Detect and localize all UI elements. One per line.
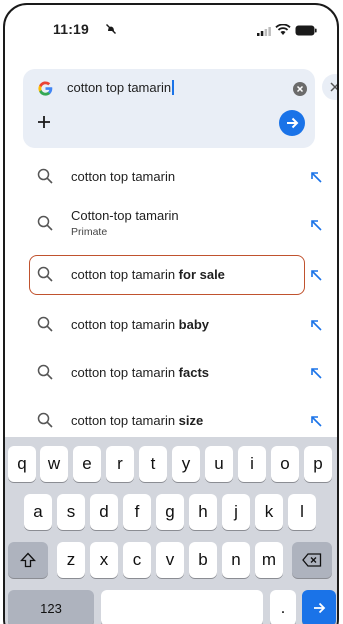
search-icon — [37, 364, 53, 380]
suggestion-item[interactable]: cotton top tamarin baby — [5, 301, 337, 349]
key-r[interactable]: r — [106, 446, 134, 482]
key-t[interactable]: t — [139, 446, 167, 482]
search-go-button[interactable] — [279, 110, 305, 136]
key-p[interactable]: p — [304, 446, 332, 482]
wifi-icon — [275, 24, 291, 35]
key-j[interactable]: j — [222, 494, 250, 530]
suggestion-text: cotton top tamarin — [71, 169, 176, 184]
plus-icon[interactable] — [37, 115, 51, 129]
phone-frame: 11:19 cotton top tamarin cotton top tama… — [3, 3, 339, 624]
suggestion-subtitle: Primate — [71, 226, 108, 238]
battery-icon — [295, 25, 317, 36]
arrow-up-left-icon[interactable] — [310, 415, 322, 427]
text-caret — [172, 80, 175, 95]
cellular-signal-icon — [257, 27, 271, 36]
search-icon — [37, 215, 53, 231]
status-bar: 11:19 — [5, 5, 337, 59]
close-search-button[interactable] — [322, 74, 337, 100]
go-key[interactable] — [302, 590, 336, 624]
key-m[interactable]: m — [255, 542, 283, 578]
key-z[interactable]: z — [57, 542, 85, 578]
search-icon — [37, 316, 53, 332]
key-d[interactable]: d — [90, 494, 118, 530]
arrow-up-left-icon[interactable] — [310, 319, 322, 331]
key-f[interactable]: f — [123, 494, 151, 530]
key-l[interactable]: l — [288, 494, 316, 530]
suggestion-item[interactable]: cotton top tamarin for sale — [5, 251, 337, 299]
key-s[interactable]: s — [57, 494, 85, 530]
suggestion-text: cotton top tamarin size — [71, 413, 204, 428]
key-w[interactable]: w — [40, 446, 68, 482]
key-e[interactable]: e — [73, 446, 101, 482]
google-logo-icon — [38, 81, 53, 96]
shift-icon — [20, 552, 36, 568]
key-g[interactable]: g — [156, 494, 184, 530]
key-o[interactable]: o — [271, 446, 299, 482]
space-key[interactable] — [101, 590, 263, 624]
key-x[interactable]: x — [90, 542, 118, 578]
search-icon — [37, 168, 53, 184]
period-key[interactable]: . — [270, 590, 296, 624]
arrow-right-icon — [314, 602, 326, 614]
key-i[interactable]: i — [238, 446, 266, 482]
arrow-up-left-icon[interactable] — [310, 269, 322, 281]
status-time: 11:19 — [53, 21, 90, 37]
key-v[interactable]: v — [156, 542, 184, 578]
key-u[interactable]: u — [205, 446, 233, 482]
arrow-up-left-icon[interactable] — [310, 367, 322, 379]
bell-slash-icon — [106, 24, 116, 34]
suggestion-text: Cotton-top tamarin — [71, 208, 179, 223]
clear-icon[interactable] — [293, 82, 307, 96]
close-icon — [330, 82, 337, 92]
key-k[interactable]: k — [255, 494, 283, 530]
key-c[interactable]: c — [123, 542, 151, 578]
key-b[interactable]: b — [189, 542, 217, 578]
suggestion-text: cotton top tamarin facts — [71, 365, 210, 380]
arrow-up-left-icon[interactable] — [310, 219, 322, 231]
key-q[interactable]: q — [8, 446, 36, 482]
suggestion-item[interactable]: cotton top tamarin — [5, 153, 337, 201]
arrow-up-left-icon[interactable] — [310, 171, 322, 183]
key-y[interactable]: y — [172, 446, 200, 482]
arrow-right-icon — [287, 117, 299, 129]
search-icon — [37, 412, 53, 428]
shift-key[interactable] — [8, 542, 48, 578]
search-box[interactable]: cotton top tamarin — [23, 69, 315, 148]
search-icon — [37, 266, 53, 282]
suggestion-text: cotton top tamarin for sale — [71, 267, 225, 282]
keyboard: q w e r t y u i o p a s d f g h j k l z … — [5, 437, 337, 624]
key-a[interactable]: a — [24, 494, 52, 530]
suggestion-item[interactable]: cotton top tamarin facts — [5, 349, 337, 397]
suggestion-item[interactable]: Cotton-top tamarin Primate — [5, 201, 337, 249]
backspace-key[interactable] — [292, 542, 332, 578]
backspace-icon — [302, 553, 322, 567]
numbers-key[interactable]: 123 — [8, 590, 94, 624]
suggestion-text: cotton top tamarin baby — [71, 317, 210, 332]
key-n[interactable]: n — [222, 542, 250, 578]
key-h[interactable]: h — [189, 494, 217, 530]
search-input[interactable]: cotton top tamarin — [67, 80, 175, 95]
